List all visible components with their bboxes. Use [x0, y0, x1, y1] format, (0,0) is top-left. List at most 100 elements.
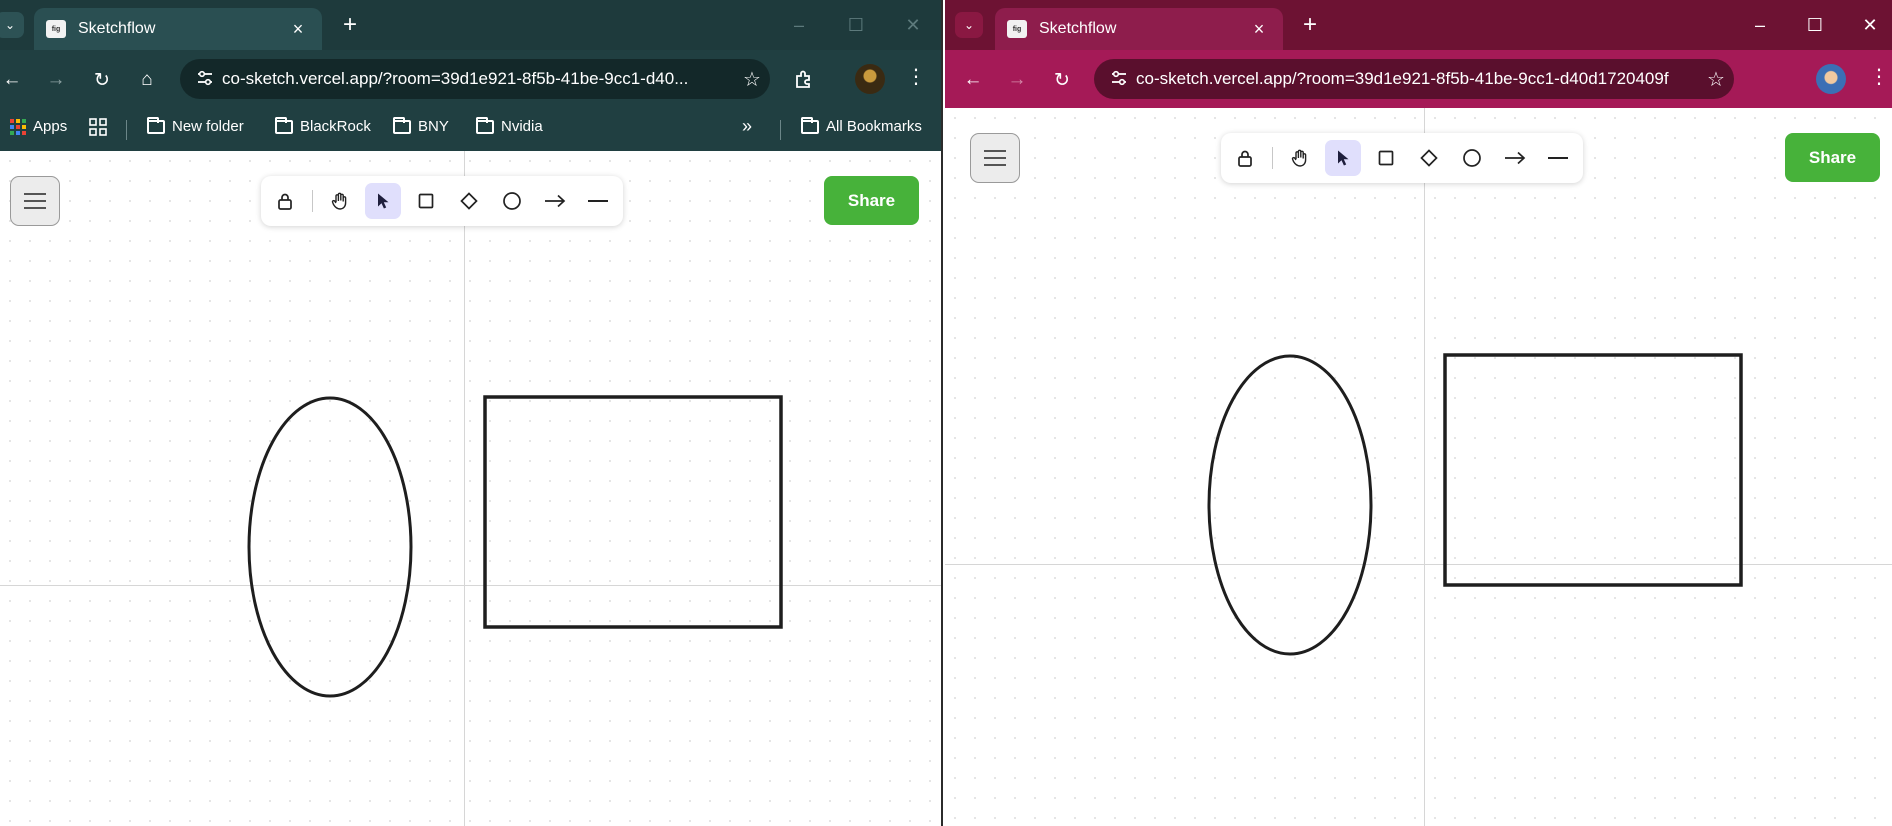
left-browser-window: ⌄ fig Sketchflow × + – ☐ ✕ ← → ↻ ⌂ co-sk…: [0, 0, 943, 826]
rectangle-shape[interactable]: [1443, 353, 1743, 587]
bookmarks-bar: Apps New folder BlackRock BNY Nvidia » A…: [0, 108, 941, 151]
tab-close-icon[interactable]: ×: [1247, 19, 1271, 40]
left-drawing-canvas[interactable]: Share: [0, 151, 941, 826]
window-close-icon[interactable]: ✕: [1851, 10, 1889, 40]
back-icon[interactable]: ←: [959, 66, 987, 94]
profile-avatar[interactable]: [855, 64, 885, 94]
new-tab-button[interactable]: +: [1297, 12, 1323, 38]
url-text: co-sketch.vercel.app/?room=39d1e921-8f5b…: [1136, 69, 1669, 88]
maximize-icon[interactable]: ☐: [837, 10, 875, 40]
hand-tool-icon[interactable]: [1282, 140, 1318, 176]
toolbar-divider: [312, 190, 313, 212]
canvas-axis-vertical: [464, 151, 465, 826]
left-tab-sketchflow[interactable]: fig Sketchflow ×: [34, 8, 322, 50]
folder-icon: [393, 116, 411, 134]
bookmark-folder-bny[interactable]: BNY: [393, 116, 449, 135]
browser-menu-icon[interactable]: ⋮: [906, 64, 926, 89]
bookmark-star-icon[interactable]: ☆: [1698, 67, 1734, 92]
rectangle-tool-icon[interactable]: [408, 183, 444, 219]
left-titlebar: ⌄ fig Sketchflow × + – ☐ ✕: [0, 0, 941, 50]
ellipse-shape[interactable]: [1206, 353, 1374, 657]
folder-icon: [147, 116, 165, 134]
left-toolbar: ← → ↻ ⌂ co-sketch.vercel.app/?room=39d1e…: [0, 50, 941, 108]
all-bookmarks-label: All Bookmarks: [826, 118, 922, 135]
reload-icon[interactable]: ↻: [1048, 66, 1076, 94]
bookmark-star-icon[interactable]: ☆: [734, 67, 770, 92]
shape-toolbar: [1221, 133, 1583, 183]
hamburger-menu-button[interactable]: [970, 133, 1020, 183]
bookmark-folder-blackrock[interactable]: BlackRock: [275, 116, 371, 135]
maximize-icon[interactable]: ☐: [1796, 10, 1834, 40]
bookmark-apps[interactable]: Apps: [10, 118, 67, 135]
tab-groups-icon[interactable]: [89, 118, 107, 136]
select-tool-icon[interactable]: [365, 183, 401, 219]
bookmark-apps-label: Apps: [33, 118, 68, 135]
site-info-icon[interactable]: [188, 70, 222, 89]
shape-toolbar: [261, 176, 623, 226]
diamond-tool-icon[interactable]: [451, 183, 487, 219]
right-address-bar[interactable]: co-sketch.vercel.app/?room=39d1e921-8f5b…: [1094, 59, 1734, 99]
rectangle-shape[interactable]: [483, 395, 783, 629]
bookmark-folder-label: BNY: [418, 118, 449, 135]
hand-tool-icon[interactable]: [322, 183, 358, 219]
back-icon[interactable]: ←: [0, 66, 26, 94]
forward-icon[interactable]: →: [42, 66, 70, 94]
sketchflow-favicon-icon: fig: [46, 20, 66, 38]
site-info-icon[interactable]: [1102, 70, 1136, 89]
arrow-tool-icon[interactable]: [1497, 140, 1533, 176]
all-bookmarks[interactable]: All Bookmarks: [801, 116, 922, 135]
tab-search-chevron-icon[interactable]: ⌄: [0, 12, 24, 38]
window-close-icon[interactable]: ✕: [894, 10, 932, 40]
right-tab-sketchflow[interactable]: fig Sketchflow ×: [995, 8, 1283, 50]
ellipse-shape[interactable]: [246, 395, 414, 699]
folder-icon: [476, 116, 494, 134]
share-button[interactable]: Share: [1785, 133, 1880, 182]
canvas-axis-horizontal: [0, 585, 941, 586]
lock-tool-icon[interactable]: [1227, 140, 1263, 176]
rectangle-tool-icon[interactable]: [1368, 140, 1404, 176]
profile-avatar[interactable]: [1816, 64, 1846, 94]
url-text: co-sketch.vercel.app/?room=39d1e921-8f5b…: [222, 69, 689, 88]
diamond-tool-icon[interactable]: [1411, 140, 1447, 176]
ellipse-tool-icon[interactable]: [494, 183, 530, 219]
minimize-icon[interactable]: –: [1741, 10, 1779, 40]
line-tool-icon[interactable]: [580, 183, 616, 219]
toolbar-divider: [1272, 147, 1273, 169]
right-browser-window: ⌄ fig Sketchflow × + – ☐ ✕ ← → ↻ co-sket…: [945, 0, 1892, 826]
bookmarks-overflow-icon[interactable]: »: [742, 116, 752, 137]
minimize-icon[interactable]: –: [780, 10, 818, 40]
reload-icon[interactable]: ↻: [88, 66, 116, 94]
sketchflow-favicon-icon: fig: [1007, 20, 1027, 38]
ellipse-tool-icon[interactable]: [1454, 140, 1490, 176]
canvas-axis-vertical: [1424, 108, 1425, 826]
arrow-tool-icon[interactable]: [537, 183, 573, 219]
bookmarks-divider: [780, 120, 781, 140]
home-icon[interactable]: ⌂: [133, 66, 161, 94]
line-tool-icon[interactable]: [1540, 140, 1576, 176]
bookmark-folder-label: Nvidia: [501, 118, 543, 135]
forward-icon[interactable]: →: [1003, 66, 1031, 94]
tab-close-icon[interactable]: ×: [286, 19, 310, 40]
right-drawing-canvas[interactable]: Share: [945, 108, 1892, 826]
tab-title: Sketchflow: [1039, 20, 1117, 37]
folder-icon: [275, 116, 293, 134]
share-button[interactable]: Share: [824, 176, 919, 225]
browser-menu-icon[interactable]: ⋮: [1869, 64, 1889, 89]
bookmark-folder-new-folder[interactable]: New folder: [147, 116, 244, 135]
apps-grid-icon: [10, 118, 26, 135]
hamburger-menu-button[interactable]: [10, 176, 60, 226]
extensions-icon[interactable]: [790, 66, 818, 94]
canvas-axis-horizontal: [945, 564, 1892, 565]
right-titlebar: ⌄ fig Sketchflow × + – ☐ ✕: [945, 0, 1892, 50]
right-toolbar: ← → ↻ co-sketch.vercel.app/?room=39d1e92…: [945, 50, 1892, 108]
tab-title: Sketchflow: [78, 20, 156, 37]
tab-search-chevron-icon[interactable]: ⌄: [955, 12, 983, 38]
select-tool-icon[interactable]: [1325, 140, 1361, 176]
left-address-bar[interactable]: co-sketch.vercel.app/?room=39d1e921-8f5b…: [180, 59, 770, 99]
bookmark-folder-nvidia[interactable]: Nvidia: [476, 116, 543, 135]
bookmarks-divider: [126, 120, 127, 140]
lock-tool-icon[interactable]: [267, 183, 303, 219]
screen: ⌄ fig Sketchflow × + – ☐ ✕ ← → ↻ ⌂ co-sk…: [0, 0, 1892, 826]
folder-icon: [801, 116, 819, 134]
new-tab-button[interactable]: +: [337, 12, 363, 38]
